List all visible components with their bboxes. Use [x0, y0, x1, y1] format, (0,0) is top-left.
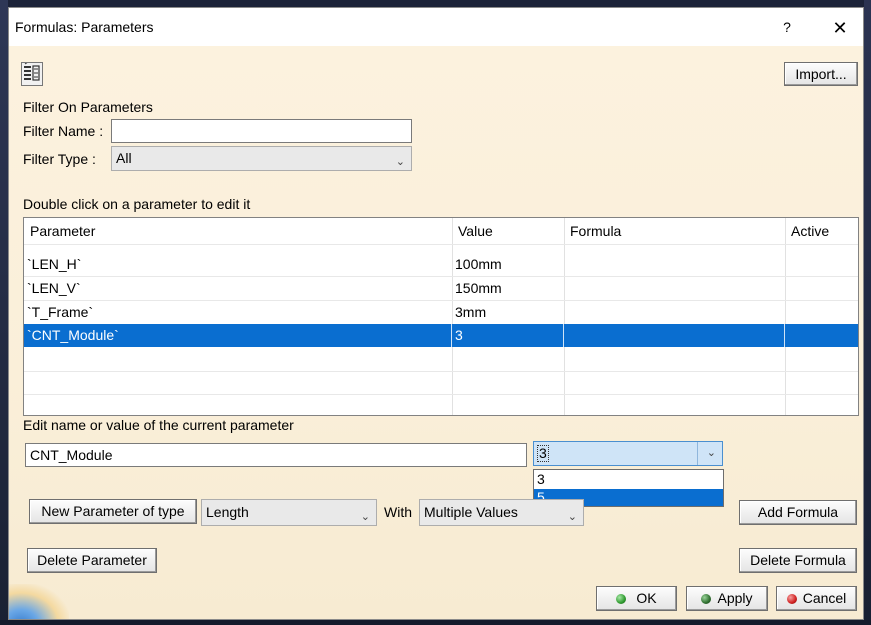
filter-section-label: Filter On Parameters — [23, 99, 153, 115]
cell-parameter: `LEN_H` — [27, 256, 82, 272]
parameter-type-select[interactable]: Length ⌄ — [201, 499, 377, 526]
chevron-down-icon: ⌄ — [395, 156, 405, 168]
catia-logo-icon — [9, 584, 69, 619]
filter-type-value: All — [116, 150, 132, 166]
row-divider — [24, 371, 858, 372]
apply-label: Apply — [717, 590, 753, 606]
table-row[interactable]: `LEN_H` 100mm — [24, 253, 858, 276]
title-bar: Formulas: Parameters ? ✕ — [9, 8, 863, 46]
parameter-value-current: 3 — [537, 445, 549, 462]
filter-type-label: Filter Type : — [23, 151, 96, 167]
table-row[interactable]: `LEN_V` 150mm — [24, 277, 858, 300]
formulas-dialog: Formulas: Parameters ? ✕ Import... Filte… — [8, 7, 864, 620]
cancel-label: Cancel — [802, 590, 847, 606]
cell-formula — [564, 301, 785, 324]
cell-parameter: `CNT_Module` — [24, 324, 452, 347]
column-header-formula[interactable]: Formula — [564, 218, 785, 244]
chevron-down-icon: ⌄ — [360, 511, 370, 523]
parameters-table[interactable]: Parameter Value Formula Active `LEN_H` 1… — [23, 217, 859, 416]
delete-formula-button[interactable]: Delete Formula — [739, 548, 857, 573]
header-divider — [24, 244, 858, 245]
dialog-title: Formulas: Parameters — [15, 19, 154, 35]
cell-parameter: `LEN_V` — [27, 280, 81, 296]
cancel-button[interactable]: Cancel — [776, 586, 857, 611]
table-row[interactable]: `T_Frame` 3mm — [24, 301, 858, 324]
value-option[interactable]: 3 — [534, 471, 723, 488]
desktop-background-right — [864, 0, 871, 625]
parameter-type-value: Length — [206, 504, 249, 520]
ok-label: OK — [636, 590, 657, 606]
cell-value: 3 — [452, 324, 564, 347]
desktop-background-left — [0, 0, 8, 625]
cell-active — [785, 301, 858, 324]
filter-type-select[interactable]: All ⌄ — [111, 146, 412, 171]
parameter-value-select[interactable]: 3 ⌄ — [533, 441, 723, 466]
cell-value: 150mm — [455, 280, 502, 296]
filter-name-input[interactable] — [111, 119, 412, 143]
cell-parameter: `T_Frame` — [27, 304, 94, 320]
row-divider — [24, 394, 858, 395]
cell-active — [785, 277, 858, 300]
new-parameter-button[interactable]: New Parameter of type — [29, 499, 197, 524]
apply-icon — [701, 594, 712, 605]
edit-section-label: Edit name or value of the current parame… — [23, 417, 294, 433]
cell-active — [785, 324, 858, 347]
cell-value: 100mm — [455, 256, 502, 272]
cancel-icon — [786, 594, 797, 605]
chevron-down-icon: ⌄ — [706, 447, 716, 459]
delete-parameter-button[interactable]: Delete Parameter — [27, 548, 157, 573]
cell-formula — [564, 277, 785, 300]
table-hint-label: Double click on a parameter to edit it — [23, 196, 251, 212]
desktop-background-bottom — [0, 620, 871, 625]
apply-button[interactable]: Apply — [686, 586, 768, 611]
column-header-parameter[interactable]: Parameter — [24, 218, 452, 244]
help-button[interactable]: ? — [775, 16, 799, 38]
cell-formula — [564, 324, 785, 347]
with-values-select[interactable]: Multiple Values ⌄ — [419, 499, 584, 526]
ok-button[interactable]: OK — [596, 586, 677, 611]
chevron-down-icon: ⌄ — [567, 511, 577, 523]
select-divider — [697, 442, 698, 465]
ok-icon — [616, 594, 627, 605]
cell-formula — [564, 253, 785, 276]
close-button[interactable]: ✕ — [825, 16, 855, 40]
table-row-selected[interactable]: `CNT_Module` 3 — [24, 324, 858, 347]
filter-name-label: Filter Name : — [23, 123, 104, 139]
parameter-list-icon[interactable] — [21, 61, 43, 86]
column-header-value[interactable]: Value — [452, 218, 564, 244]
with-values-value: Multiple Values — [424, 504, 518, 520]
with-label: With — [384, 504, 412, 520]
import-button[interactable]: Import... — [784, 62, 858, 86]
cell-value: 3mm — [455, 304, 487, 320]
column-header-active[interactable]: Active — [785, 218, 858, 244]
cell-active — [785, 253, 858, 276]
add-formula-button[interactable]: Add Formula — [739, 500, 857, 525]
parameter-name-input[interactable]: CNT_Module — [25, 443, 527, 467]
